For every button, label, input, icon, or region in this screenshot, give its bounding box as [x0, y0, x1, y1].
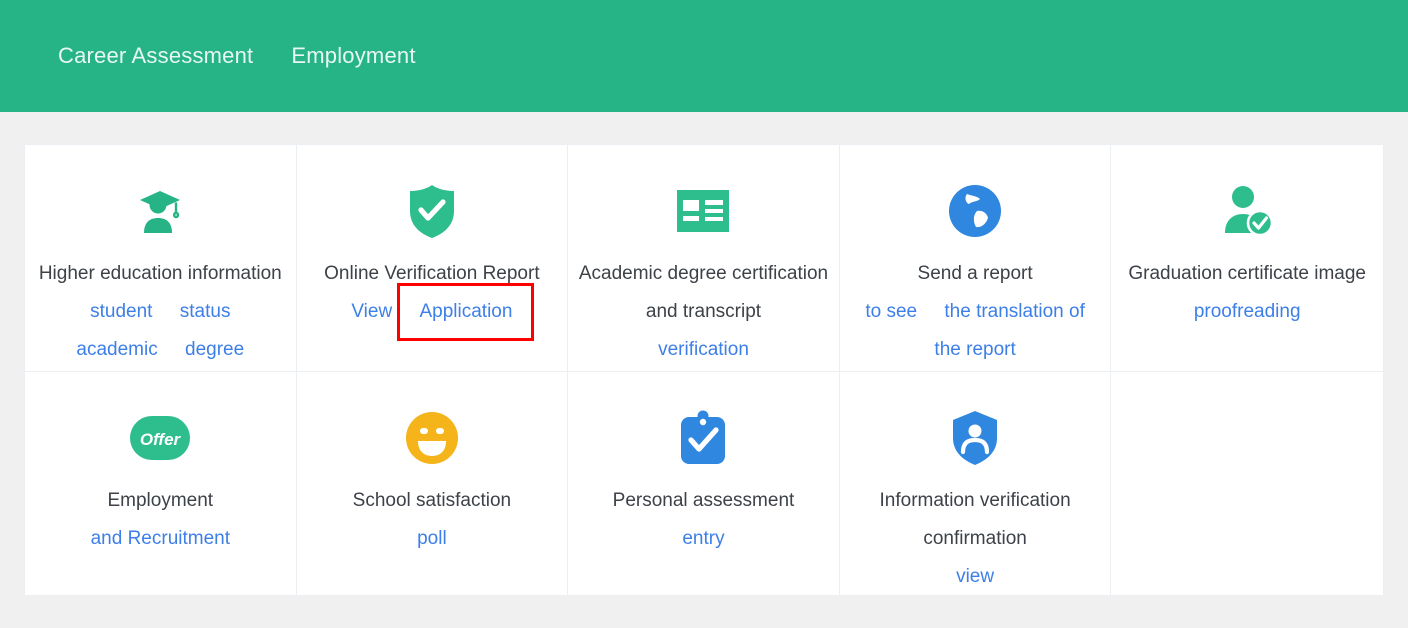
card-links: View Application: [345, 293, 518, 331]
nav-career-assessment[interactable]: Career Assessment: [58, 45, 253, 67]
link-student[interactable]: student: [90, 301, 152, 322]
link-translation-of[interactable]: the translation of: [944, 301, 1084, 322]
top-navigation-bar: Career Assessment Employment: [0, 0, 1408, 112]
card-links: student status academic degree: [70, 293, 250, 369]
card-school-satisfaction-poll[interactable]: School satisfaction poll: [297, 372, 569, 596]
card-send-a-report[interactable]: Send a report to see the translation of …: [840, 145, 1112, 372]
card-title: Higher education information: [33, 255, 288, 293]
link-view-confirmation[interactable]: view: [956, 566, 994, 587]
shield-check-icon: [402, 181, 462, 241]
shield-person-icon: [945, 408, 1005, 468]
person-check-icon: [1217, 181, 1277, 241]
card-links: poll: [411, 520, 453, 558]
card-links: verification: [652, 331, 755, 369]
card-academic-degree-certification[interactable]: Academic degree certification and transc…: [568, 145, 840, 372]
link-status[interactable]: status: [180, 301, 231, 322]
link-the-report[interactable]: the report: [934, 339, 1015, 360]
offer-badge-text: Offer: [140, 430, 182, 449]
clipboard-check-icon: [673, 408, 733, 468]
card-higher-education-information[interactable]: Higher education information student sta…: [25, 145, 297, 372]
card-links: proofreading: [1188, 293, 1307, 331]
link-application[interactable]: Application: [419, 293, 512, 331]
card-links: view: [950, 558, 1000, 596]
graduate-person-icon: [130, 181, 190, 241]
link-application-label: Application: [419, 301, 512, 322]
nav-employment[interactable]: Employment: [291, 45, 415, 67]
id-card-icon: [673, 181, 733, 241]
card-title: Online Verification Report: [318, 255, 545, 293]
card-title: Send a report: [912, 255, 1039, 293]
card-information-verification-confirmation[interactable]: Information verification confirmation vi…: [840, 372, 1112, 596]
card-title: Information verification confirmation: [840, 482, 1111, 558]
card-title: Graduation certificate image: [1122, 255, 1372, 293]
link-verification[interactable]: verification: [658, 339, 749, 360]
link-entry[interactable]: entry: [682, 528, 724, 549]
card-graduation-certificate-image[interactable]: Graduation certificate image proofreadin…: [1111, 145, 1383, 372]
card-title: Personal assessment: [607, 482, 801, 520]
service-cards-panel: Higher education information student sta…: [24, 144, 1384, 596]
link-view[interactable]: View: [351, 301, 392, 322]
card-title: Employment: [101, 482, 219, 520]
link-academic[interactable]: academic: [76, 339, 157, 360]
card-online-verification-report[interactable]: Online Verification Report View Applicat…: [297, 145, 569, 372]
card-links: entry: [676, 520, 730, 558]
link-degree[interactable]: degree: [185, 339, 244, 360]
card-title: School satisfaction: [347, 482, 517, 520]
card-employment-and-recruitment[interactable]: Offer Employment and Recruitment: [25, 372, 297, 596]
link-proofreading[interactable]: proofreading: [1194, 301, 1301, 322]
link-and-recruitment[interactable]: and Recruitment: [91, 528, 230, 549]
card-links: to see the translation of the report: [859, 293, 1091, 369]
offer-badge-icon: Offer: [130, 408, 190, 468]
link-to-see[interactable]: to see: [865, 301, 917, 322]
card-personal-assessment-entry[interactable]: Personal assessment entry: [568, 372, 840, 596]
globe-icon: [945, 181, 1005, 241]
card-links: and Recruitment: [85, 520, 236, 558]
link-poll[interactable]: poll: [417, 528, 447, 549]
card-title: Academic degree certification and transc…: [568, 255, 839, 331]
service-cards-grid: Higher education information student sta…: [25, 145, 1383, 595]
empty-grid-cell: [1111, 372, 1383, 596]
smiley-face-icon: [402, 408, 462, 468]
